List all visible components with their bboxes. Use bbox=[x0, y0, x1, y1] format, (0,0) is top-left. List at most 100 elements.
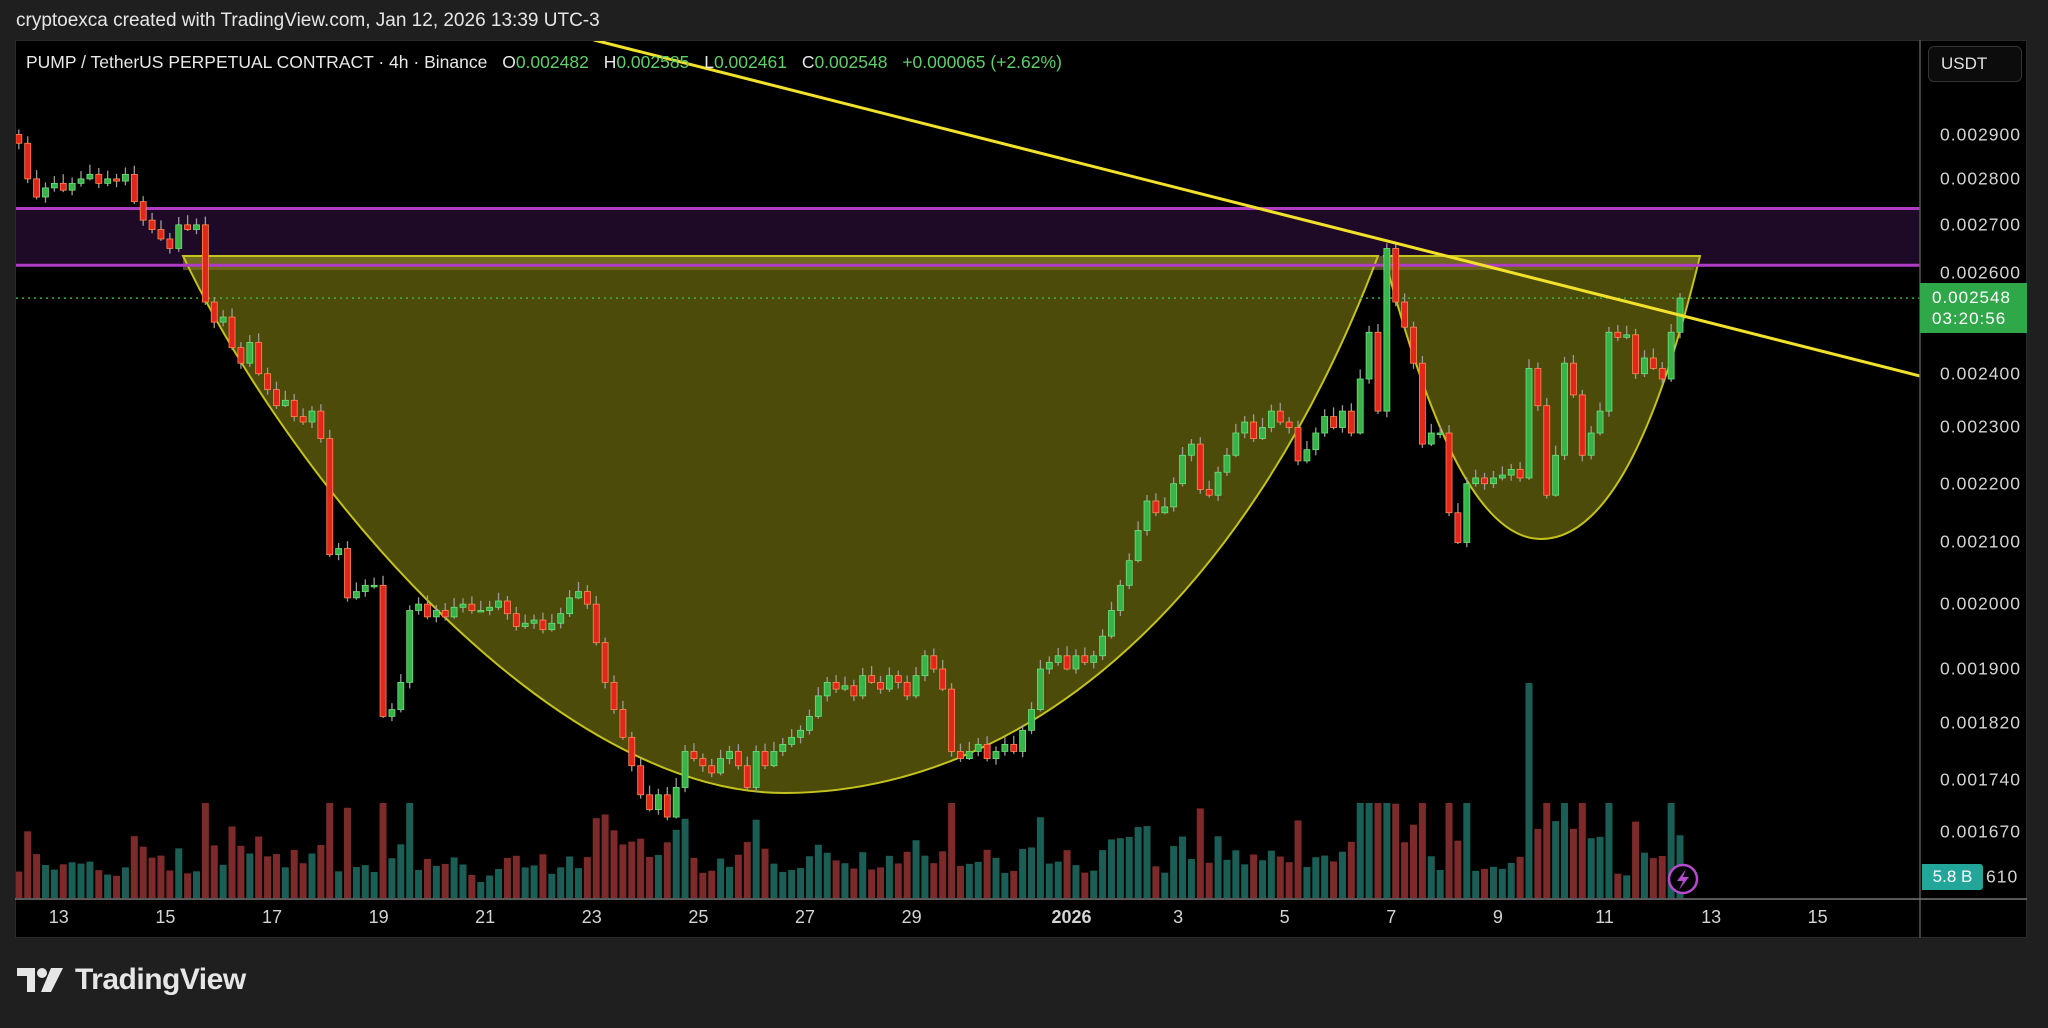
candle-body bbox=[1605, 331, 1613, 412]
candle-body bbox=[1072, 655, 1080, 670]
candle-body bbox=[441, 610, 449, 618]
candle-body bbox=[139, 201, 147, 221]
candle-body bbox=[1614, 331, 1622, 338]
candle-body bbox=[219, 316, 227, 323]
candle bbox=[1578, 389, 1586, 462]
volume-bar bbox=[352, 867, 360, 898]
candle bbox=[415, 597, 422, 615]
candle bbox=[1330, 407, 1337, 430]
volume-bar bbox=[1534, 828, 1542, 898]
volume-bar bbox=[859, 852, 867, 898]
candle-body bbox=[814, 695, 822, 717]
price-tick: 0.001900 bbox=[1940, 658, 2021, 679]
volume-bar bbox=[281, 867, 289, 898]
candle-body bbox=[708, 765, 716, 774]
volume-bar bbox=[1614, 873, 1622, 898]
candle-body bbox=[95, 173, 103, 184]
candle-body bbox=[628, 736, 636, 767]
volume-bar bbox=[486, 875, 494, 898]
candle-body bbox=[50, 182, 58, 189]
volume-bar bbox=[237, 845, 245, 898]
candle-body bbox=[1125, 560, 1133, 586]
candle bbox=[637, 758, 645, 799]
candle-body bbox=[264, 373, 271, 391]
candle-body bbox=[681, 751, 689, 788]
candle-body bbox=[1561, 362, 1568, 456]
volume-bar bbox=[1543, 803, 1551, 898]
candlestick-chart[interactable] bbox=[0, 0, 2048, 1028]
currency-button[interactable]: USDT bbox=[1928, 46, 2022, 82]
volume-bar bbox=[1010, 870, 1018, 898]
candle-body bbox=[281, 399, 289, 407]
candle-body bbox=[193, 224, 200, 230]
candle-body bbox=[797, 729, 804, 738]
volume-bar bbox=[1525, 683, 1533, 898]
candle-body bbox=[930, 655, 938, 670]
time-tick: 7 bbox=[1386, 907, 1397, 927]
symbol-title[interactable]: PUMP / TetherUS PERPETUAL CONTRACT · 4h … bbox=[26, 52, 487, 72]
candle-body bbox=[299, 416, 307, 423]
candle-body bbox=[166, 238, 174, 249]
volume-bar bbox=[1205, 862, 1213, 898]
volume-bar bbox=[495, 869, 503, 898]
candle bbox=[42, 182, 49, 203]
volume-bar bbox=[1019, 848, 1027, 898]
volume-bar bbox=[228, 826, 236, 898]
volume-bar bbox=[1285, 862, 1293, 898]
candle bbox=[655, 788, 662, 815]
volume-bar bbox=[406, 803, 414, 898]
candle-body bbox=[619, 709, 627, 738]
candle bbox=[344, 541, 351, 602]
volume-bar bbox=[939, 851, 947, 898]
volume-bar bbox=[1152, 866, 1160, 898]
time-tick: 23 bbox=[581, 907, 602, 927]
volume-bar bbox=[1418, 803, 1426, 898]
candle bbox=[1534, 362, 1542, 411]
volume-bar bbox=[379, 803, 387, 898]
candle-body bbox=[841, 685, 849, 690]
volume-bar bbox=[148, 857, 156, 898]
candle-body bbox=[1108, 610, 1115, 637]
volume-bar bbox=[41, 865, 49, 898]
volume-bar bbox=[317, 844, 325, 898]
candle-body bbox=[1267, 410, 1275, 428]
volume-bar bbox=[33, 854, 41, 898]
candle-body bbox=[1152, 500, 1160, 514]
candle-body bbox=[601, 642, 609, 683]
volume-bar bbox=[1552, 821, 1560, 898]
candle bbox=[335, 543, 343, 561]
candle-body bbox=[965, 751, 973, 759]
volume-bar bbox=[308, 853, 316, 898]
candle bbox=[948, 683, 955, 757]
volume-bar bbox=[1072, 865, 1080, 898]
candle-body bbox=[1090, 655, 1098, 663]
volume-bar bbox=[743, 842, 751, 898]
candle-body bbox=[1392, 248, 1400, 303]
candle-body bbox=[228, 316, 236, 349]
time-axis[interactable]: 13 15 17 19 21 23 25 27 29 2026 3 5 7 9 11 13 15 1 bbox=[15, 900, 1920, 938]
time-tick: 29 bbox=[901, 907, 922, 927]
candle-body bbox=[352, 591, 360, 599]
volume-bar bbox=[1463, 803, 1471, 898]
lightning-icon[interactable] bbox=[1667, 863, 1699, 895]
volume-bar bbox=[903, 851, 911, 898]
volume-bar bbox=[1107, 839, 1115, 898]
volume-bar bbox=[1028, 847, 1036, 898]
candle-body bbox=[77, 178, 85, 184]
tradingview-logo: TradingView bbox=[17, 963, 246, 997]
candle-body bbox=[113, 178, 120, 182]
candle-body bbox=[130, 173, 138, 203]
volume-bar bbox=[681, 818, 689, 898]
candle bbox=[1392, 241, 1400, 307]
candle-body bbox=[743, 765, 751, 788]
candle-body bbox=[1303, 449, 1311, 462]
candle-body bbox=[1081, 655, 1089, 663]
candle bbox=[50, 176, 58, 192]
volume-bar bbox=[1090, 870, 1098, 898]
chart-legend: PUMP / TetherUS PERPETUAL CONTRACT · 4h … bbox=[26, 52, 1062, 73]
volume-bar bbox=[708, 870, 716, 898]
volume-bar bbox=[1578, 803, 1586, 898]
candle-body bbox=[175, 224, 183, 249]
candle-body bbox=[1356, 378, 1364, 434]
candle-body bbox=[273, 389, 280, 407]
